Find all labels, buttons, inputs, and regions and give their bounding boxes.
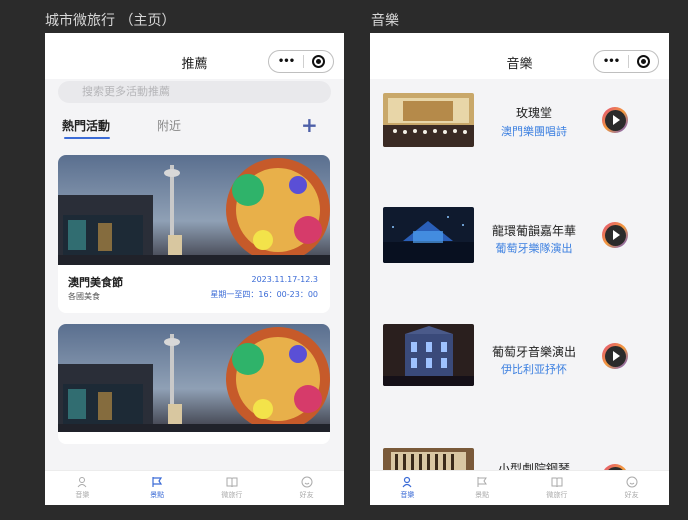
music-title: 玫瑰堂 (515, 106, 552, 120)
bottom-tab-bar: 音樂 景點 微旅行 好友 (370, 470, 669, 505)
tabbar-item-music[interactable]: 音樂 (45, 471, 120, 505)
music-title: 龍環葡韻嘉年華 (491, 224, 576, 238)
bottom-tab-bar: 音樂 景點 微旅行 好友 (45, 470, 344, 505)
event-hours: 星期一至四：16：00-23：00 (210, 290, 318, 299)
tabbar-label: 景點 (150, 491, 165, 499)
search-input[interactable]: 搜索更多活動推薦 (58, 81, 331, 103)
music-screen: 音樂 ••• 玫瑰堂 澳門樂團唱詩 龍環葡韻嘉年華 葡萄牙樂隊演出 葡萄牙音樂演… (370, 33, 669, 505)
smile-icon (626, 476, 638, 488)
music-icon (77, 477, 87, 488)
miniprogram-capsule: ••• (593, 50, 659, 73)
music-list-item[interactable]: 葡萄牙音樂演出 伊比利亚抒怀 (383, 324, 663, 386)
music-list-item[interactable]: 小型劇院鋼琴 (383, 448, 663, 470)
tabbar-item-sights[interactable]: 景點 (445, 471, 520, 505)
tabbar-label: 音樂 (400, 491, 415, 499)
tabbar-item-sights[interactable]: 景點 (120, 471, 195, 505)
music-list-item[interactable]: 玫瑰堂 澳門樂團唱詩 (383, 93, 663, 153)
music-list-item[interactable]: 龍環葡韻嘉年華 葡萄牙樂隊演出 (383, 207, 663, 267)
tabbar-label: 微旅行 (221, 491, 243, 499)
tabbar-label: 好友 (624, 491, 639, 499)
flag-icon (152, 477, 163, 487)
music-thumbnail (383, 324, 474, 386)
music-subtitle: 伊比利亚抒怀 (501, 363, 567, 376)
book-icon (226, 477, 238, 488)
more-dots-icon[interactable]: ••• (594, 56, 628, 67)
tabbar-label: 音樂 (75, 491, 90, 499)
event-date: 2023.11.17-12.3 (251, 275, 318, 284)
tabbar-item-microtravel[interactable]: 微旅行 (520, 471, 595, 505)
event-photo (58, 324, 330, 432)
tab-popular[interactable]: 熱門活動 (62, 117, 111, 139)
left-frame-label: 城市微旅行 （主页） (45, 13, 176, 29)
book-icon (551, 477, 563, 488)
play-icon[interactable] (602, 222, 628, 248)
event-title: 澳門美食節 (68, 276, 123, 289)
music-subtitle: 葡萄牙樂隊演出 (495, 242, 573, 255)
target-close-icon[interactable] (304, 55, 333, 68)
tabbar-label: 好友 (299, 491, 314, 499)
tabbar-item-microtravel[interactable]: 微旅行 (195, 471, 270, 505)
event-subtitle: 各國美食 (68, 292, 100, 301)
event-card[interactable]: 澳門美食節 各國美食 2023.11.17-12.3 星期一至四：16：00-2… (58, 155, 330, 313)
tab-nearby[interactable]: 附近 (157, 117, 181, 134)
music-title: 小型劇院鋼琴 (497, 462, 570, 470)
navbar: 音樂 ••• (370, 33, 669, 79)
play-icon[interactable] (602, 107, 628, 133)
target-close-icon[interactable] (629, 55, 658, 68)
music-thumbnail (383, 207, 474, 263)
music-icon (402, 476, 412, 488)
tabbar-label: 景點 (475, 491, 490, 499)
right-frame-label: 音樂 (371, 13, 399, 29)
smile-icon (301, 476, 313, 488)
plus-icon[interactable]: + (301, 113, 318, 137)
tabbar-item-friends[interactable]: 好友 (594, 471, 669, 505)
music-thumbnail (383, 93, 474, 147)
tabbar-item-friends[interactable]: 好友 (269, 471, 344, 505)
miniprogram-capsule: ••• (268, 50, 334, 73)
event-card[interactable] (58, 324, 330, 444)
event-photo (58, 155, 330, 265)
tabbar-label: 微旅行 (546, 491, 568, 499)
play-icon[interactable] (602, 343, 628, 369)
flag-icon (477, 477, 488, 487)
music-thumbnail (383, 448, 474, 470)
tab-bar-top: 熱門活動 附近 + (45, 113, 344, 143)
more-dots-icon[interactable]: ••• (269, 56, 303, 67)
music-title: 葡萄牙音樂演出 (491, 345, 576, 359)
tabbar-item-music[interactable]: 音樂 (370, 471, 445, 505)
navbar: 推薦 ••• (45, 33, 344, 79)
music-subtitle: 澳門樂團唱詩 (501, 125, 567, 138)
home-screen: 推薦 ••• 搜索更多活動推薦 熱門活動 附近 + 澳門美食節 各國美食 202… (45, 33, 344, 505)
